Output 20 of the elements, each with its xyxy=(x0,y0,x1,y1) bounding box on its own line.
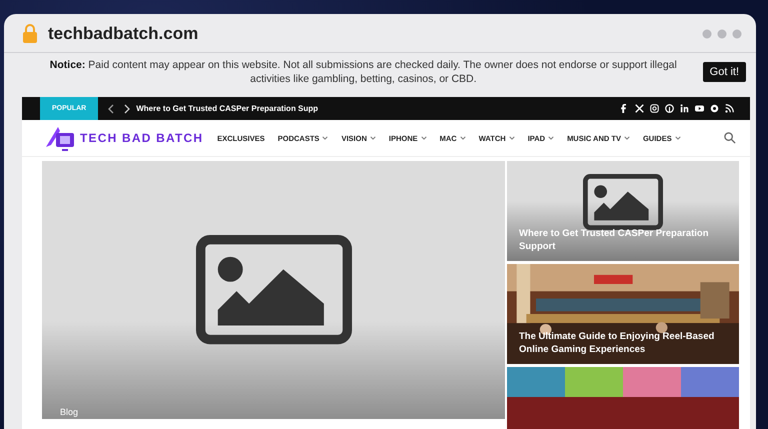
post-card[interactable]: The Ultimate Guide to Enjoying Reel-Based Online Gaming Experiences xyxy=(507,264,739,364)
x-icon[interactable] xyxy=(635,104,644,113)
next-icon[interactable] xyxy=(124,104,130,114)
notice-text: Notice: Paid content may appear on this website. Not all submissions are checked daily. The owner does not endorse or support illegal activities like gambling, betting, casinos, or CBD. xyxy=(48,58,678,86)
ticker-link[interactable]: Where to Get Trusted CASPer Preparation Supp xyxy=(136,104,318,113)
youtube-icon[interactable] xyxy=(695,104,704,113)
image-placeholder-icon xyxy=(196,235,352,345)
facebook-icon[interactable] xyxy=(620,104,629,113)
logo-text[interactable]: TECH BAD BATCH xyxy=(80,131,204,145)
pinterest-icon[interactable] xyxy=(665,104,674,113)
rss-icon[interactable] xyxy=(725,104,734,113)
previous-icon[interactable] xyxy=(108,104,114,114)
linkedin-icon[interactable] xyxy=(680,104,689,113)
url-text: techbadbatch.com xyxy=(48,24,198,44)
lock-icon xyxy=(22,24,38,44)
search-icon[interactable] xyxy=(724,132,736,144)
image-placeholder-icon xyxy=(583,174,663,230)
circle-icon[interactable] xyxy=(710,104,719,113)
instagram-icon[interactable] xyxy=(650,104,659,113)
got-it-button[interactable]: Got it! xyxy=(702,62,746,82)
